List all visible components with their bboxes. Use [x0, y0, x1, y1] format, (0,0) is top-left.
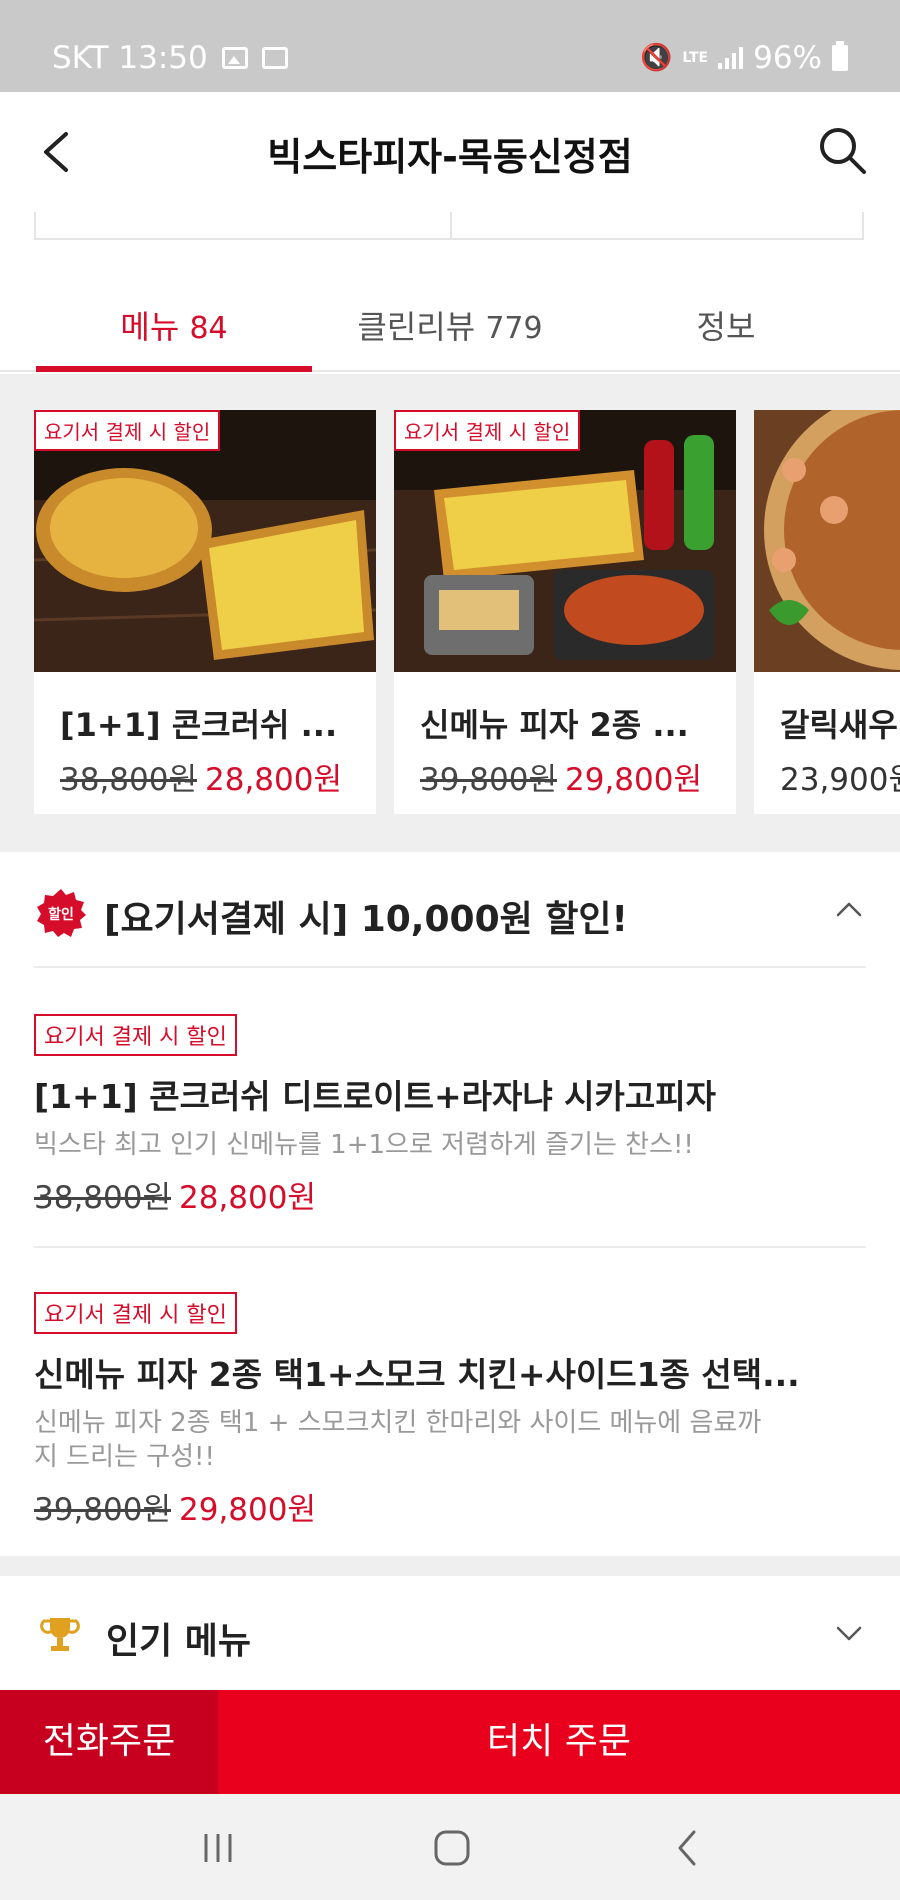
- menu-photo: [754, 410, 900, 672]
- popular-menu-header[interactable]: 인기 메뉴: [0, 1576, 900, 1690]
- discount-badge: 요기서 결제 시 할인: [394, 410, 581, 451]
- original-price: 38,800원: [34, 1180, 171, 1216]
- chevron-down-icon[interactable]: [834, 1618, 864, 1648]
- divider: [34, 1246, 866, 1248]
- discount-tag: 요기서 결제 시 할인: [34, 1014, 237, 1056]
- featured-card[interactable]: 요기서 결제 시 할인 신메뉴 피자 2종 ... 39,800원 29,800원: [394, 410, 736, 814]
- original-price: 39,800원: [34, 1492, 171, 1528]
- featured-name: 신메뉴 피자 2종 ...: [420, 706, 689, 744]
- tab-bar: 메뉴 84 클린리뷰 779 정보: [0, 280, 900, 372]
- back-nav-icon[interactable]: [666, 1826, 710, 1870]
- featured-card[interactable]: 요기서 결제 시 할인 [1+1] 콘크러쉬 ... 38,800원 28,800…: [34, 410, 376, 814]
- divider: [34, 966, 866, 968]
- gallery-notification-icon: [221, 47, 248, 69]
- cast-notification-icon: [261, 47, 288, 69]
- menu-item-prices: 39,800원 29,800원: [34, 1484, 874, 1529]
- status-bar: SKT 13:50 🔇 LTE 96%: [0, 0, 900, 92]
- network-type: LTE: [682, 50, 709, 66]
- discount-section-title: [요기서결제 시] 10,000원 할인!: [104, 899, 628, 940]
- menu-item-name: [1+1] 콘크러쉬 디트로이트+라자냐 시카고피자: [34, 1077, 716, 1116]
- menu-photo: 요기서 결제 시 할인: [34, 410, 376, 672]
- featured-prices: 38,800원 28,800원: [60, 754, 342, 799]
- tab-count: 84: [189, 311, 228, 346]
- search-icon: [820, 128, 866, 174]
- sale-price: 28,800원: [179, 1180, 316, 1216]
- featured-carousel[interactable]: 요기서 결제 시 할인 [1+1] 콘크러쉬 ... 38,800원 28,800…: [0, 374, 900, 852]
- discount-seal-text: 할인: [48, 906, 74, 923]
- featured-prices: 39,800원 29,800원: [420, 754, 702, 799]
- tab-label: 클린리뷰: [357, 308, 476, 346]
- original-price: 38,800원: [60, 762, 197, 798]
- sale-price: 28,800원: [205, 762, 342, 798]
- featured-name: 갈릭새우: [780, 706, 898, 744]
- discount-tag: 요기서 결제 시 할인: [34, 1292, 237, 1334]
- menu-photo: 요기서 결제 시 할인: [394, 410, 736, 672]
- discount-badge: 요기서 결제 시 할인: [34, 410, 221, 451]
- mute-icon: 🔇: [640, 43, 673, 73]
- touch-order-button[interactable]: 터치 주문: [218, 1690, 900, 1794]
- carrier-time: SKT 13:50: [52, 40, 208, 76]
- menu-item-prices: 38,800원 28,800원: [34, 1172, 874, 1217]
- tab-menu[interactable]: 메뉴 84: [36, 280, 312, 372]
- page-title: 빅스타피자-목동신정점: [267, 135, 633, 179]
- home-icon[interactable]: [430, 1826, 474, 1870]
- app-header: 빅스타피자-목동신정점: [0, 92, 900, 212]
- discount-seal-icon: 할인: [37, 889, 86, 937]
- discount-section-header[interactable]: 할인 [요기서결제 시] 10,000원 할인!: [0, 852, 900, 968]
- menu-list-item[interactable]: 요기서 결제 시 할인 [1+1] 콘크러쉬 디트로이트+라자냐 시카고피자 빅…: [34, 1014, 874, 1217]
- tab-clean-review[interactable]: 클린리뷰 779: [312, 280, 588, 372]
- sale-price: 29,800원: [565, 762, 702, 798]
- battery-icon: [832, 41, 848, 71]
- battery-percent: 96%: [753, 40, 822, 76]
- active-tab-indicator: [36, 366, 312, 372]
- menu-item-description: 신메뉴 피자 2종 택1 + 스모크치킨 한마리와 사이드 메뉴에 음료까지 드…: [34, 1408, 762, 1472]
- recent-apps-icon[interactable]: [196, 1826, 240, 1870]
- sale-price: 29,800원: [179, 1492, 316, 1528]
- featured-name: [1+1] 콘크러쉬 ...: [60, 706, 338, 744]
- phone-order-button[interactable]: 전화주문: [0, 1690, 218, 1794]
- tab-count: 779: [485, 311, 543, 346]
- menu-item-name: 신메뉴 피자 2종 택1+스모크 치킨+사이드1종 선택...: [34, 1355, 800, 1394]
- store-info-box-edge: [34, 212, 864, 240]
- system-navigation-bar: [0, 1794, 900, 1900]
- tab-info[interactable]: 정보: [588, 280, 864, 372]
- featured-prices: 23,900원: [780, 754, 900, 799]
- order-bar: 전화주문 터치 주문: [0, 1690, 900, 1794]
- featured-card[interactable]: 갈릭새우 23,900원: [754, 410, 900, 814]
- chevron-up-icon[interactable]: [834, 894, 864, 924]
- price: 23,900원: [780, 762, 900, 798]
- section-gap: [0, 1556, 900, 1576]
- signal-icon: [718, 47, 744, 69]
- tab-label: 메뉴: [120, 308, 180, 346]
- search-button[interactable]: [816, 124, 868, 176]
- trophy-icon: [40, 1618, 80, 1651]
- original-price: 39,800원: [420, 762, 557, 798]
- menu-item-description: 빅스타 최고 인기 신메뉴를 1+1으로 저렴하게 즐기는 찬스!!: [34, 1130, 694, 1160]
- menu-list-item[interactable]: 요기서 결제 시 할인 신메뉴 피자 2종 택1+스모크 치킨+사이드1종 선택…: [34, 1292, 874, 1529]
- popular-menu-title: 인기 메뉴: [106, 1621, 252, 1662]
- tab-label: 정보: [696, 308, 756, 346]
